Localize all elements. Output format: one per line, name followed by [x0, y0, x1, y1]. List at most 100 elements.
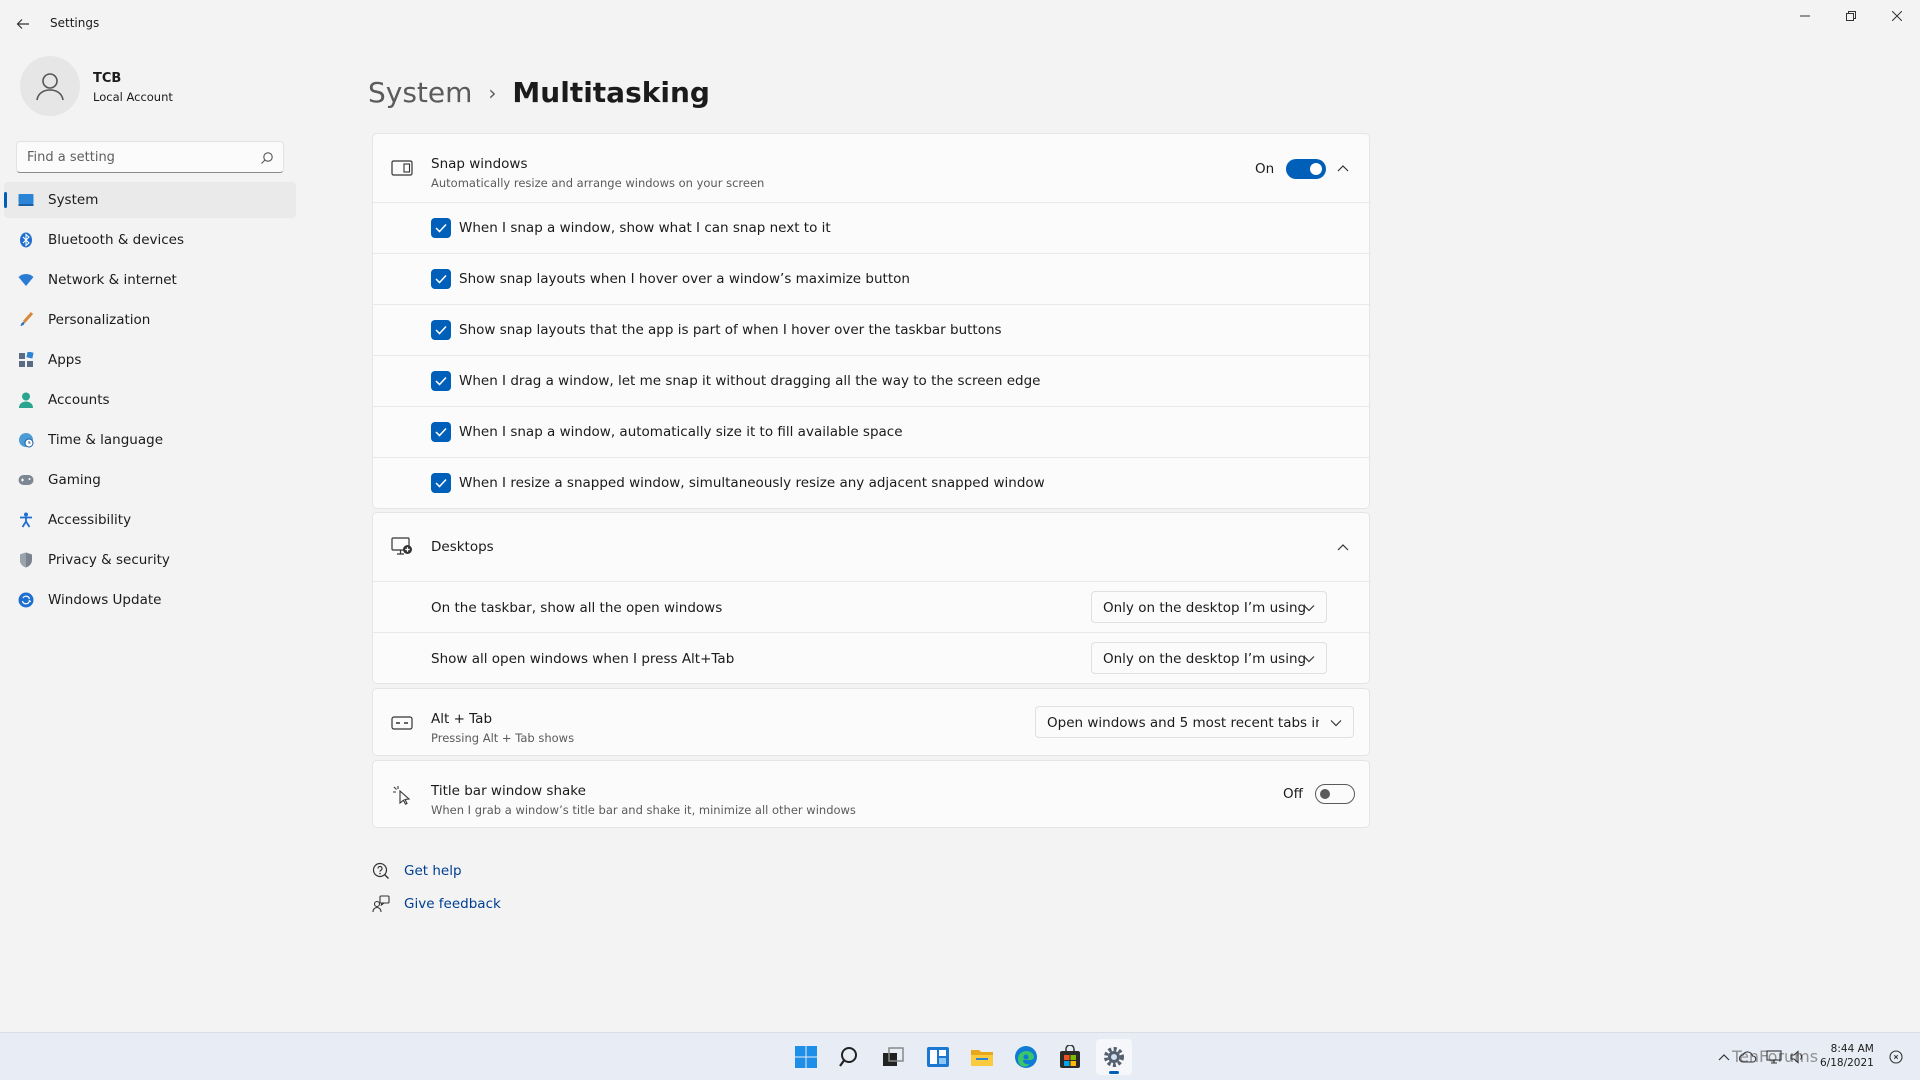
sidebar-item-bluetooth[interactable]: Bluetooth & devices: [4, 222, 296, 258]
gamepad-icon: [18, 472, 34, 488]
breadcrumb-parent[interactable]: System: [368, 76, 472, 109]
file-explorer-icon[interactable]: [964, 1039, 1000, 1075]
wifi-icon: [18, 272, 34, 288]
breadcrumb: System › Multitasking: [368, 76, 710, 109]
user-name: TCB: [93, 71, 122, 86]
chevron-up-icon[interactable]: [1714, 1047, 1734, 1067]
desktops-alttab-row: Show all open windows when I press Alt+T…: [373, 632, 1369, 683]
snap-window-icon: [391, 158, 413, 178]
snap-option-row[interactable]: When I snap a window, show what I can sn…: [373, 202, 1369, 253]
notification-icon[interactable]: [1886, 1047, 1906, 1067]
sidebar-item-system[interactable]: System: [4, 182, 296, 218]
sidebar-item-privacy[interactable]: Privacy & security: [4, 542, 296, 578]
network-icon[interactable]: [1764, 1047, 1784, 1067]
snap-option-row[interactable]: When I snap a window, automatically size…: [373, 406, 1369, 457]
alttab-desktops-dropdown[interactable]: Only on the desktop I’m using: [1091, 642, 1327, 674]
back-arrow-icon[interactable]: [12, 13, 34, 35]
store-icon[interactable]: [1052, 1039, 1088, 1075]
dropdown-value: Only on the desktop I’m using: [1103, 651, 1307, 667]
volume-icon[interactable]: [1788, 1047, 1808, 1067]
search-placeholder: Find a setting: [27, 150, 115, 165]
close-button[interactable]: [1874, 0, 1920, 32]
sidebar-item-label: Privacy & security: [48, 552, 170, 568]
sidebar-item-windows-update[interactable]: Windows Update: [4, 582, 296, 618]
snap-windows-title: Snap windows: [431, 156, 528, 172]
snap-option-row[interactable]: When I drag a window, let me snap it wit…: [373, 355, 1369, 406]
globe-clock-icon: [18, 432, 34, 448]
chevron-down-icon: [1302, 601, 1316, 615]
snap-option-row[interactable]: Show snap layouts when I hover over a wi…: [373, 253, 1369, 304]
get-help-text[interactable]: Get help: [404, 863, 462, 879]
sidebar-item-network[interactable]: Network & internet: [4, 262, 296, 298]
sidebar-item-accessibility[interactable]: Accessibility: [4, 502, 296, 538]
checkbox-checked[interactable]: [431, 473, 451, 493]
sidebar-item-label: Apps: [48, 352, 82, 368]
snap-option-row[interactable]: Show snap layouts that the app is part o…: [373, 304, 1369, 355]
give-feedback-link[interactable]: Give feedback: [372, 895, 501, 913]
sidebar-item-label: Gaming: [48, 472, 101, 488]
get-help-link[interactable]: Get help: [372, 862, 462, 880]
shake-cursor-icon: [391, 785, 413, 805]
accessibility-icon: [18, 512, 34, 528]
start-icon[interactable]: [788, 1039, 824, 1075]
shake-toggle-state: Off: [1283, 786, 1303, 802]
checkbox-checked[interactable]: [431, 269, 451, 289]
system-clock[interactable]: 8:44 AM 6/18/2021: [1820, 1042, 1874, 1070]
minimize-button[interactable]: [1782, 0, 1828, 32]
checkbox-checked[interactable]: [431, 371, 451, 391]
task-view-icon[interactable]: [875, 1039, 911, 1075]
checkbox-checked[interactable]: [431, 218, 451, 238]
checkbox-checked[interactable]: [431, 422, 451, 442]
chevron-up-icon[interactable]: [1335, 539, 1351, 555]
snap-option-label: When I resize a snapped window, simultan…: [459, 475, 1045, 491]
clock-time: 8:44 AM: [1830, 1043, 1874, 1055]
desktops-title: Desktops: [431, 539, 494, 555]
sidebar-item-label: Time & language: [48, 432, 164, 448]
search-input[interactable]: Find a setting: [16, 141, 284, 173]
snap-windows-header[interactable]: Snap windows Automatically resize and ar…: [373, 134, 1369, 202]
taskbar-windows-dropdown[interactable]: Only on the desktop I’m using: [1091, 591, 1327, 623]
snap-windows-toggle[interactable]: [1286, 159, 1326, 179]
dropdown-value: Open windows and 5 most recent tabs in M: [1047, 715, 1319, 731]
sidebar-item-gaming[interactable]: Gaming: [4, 462, 296, 498]
chevron-up-icon[interactable]: [1335, 160, 1351, 176]
desktops-card: Desktops On the taskbar, show all the op…: [372, 512, 1370, 684]
checkbox-checked[interactable]: [431, 320, 451, 340]
avatar: [20, 56, 80, 116]
sidebar-item-label: Windows Update: [48, 592, 162, 608]
title-bar-shake-toggle[interactable]: [1315, 784, 1355, 804]
desktops-taskbar-row: On the taskbar, show all the open window…: [373, 581, 1369, 632]
account-type: Local Account: [93, 90, 173, 104]
sidebar-item-apps[interactable]: Apps: [4, 342, 296, 378]
give-feedback-text[interactable]: Give feedback: [404, 896, 501, 912]
onedrive-icon[interactable]: [1738, 1047, 1758, 1067]
shield-icon: [18, 552, 34, 568]
sidebar-item-personalization[interactable]: Personalization: [4, 302, 296, 338]
restore-button[interactable]: [1828, 0, 1874, 32]
title-bar: Settings: [0, 0, 1920, 48]
snap-option-label: Show snap layouts that the app is part o…: [459, 322, 1002, 338]
widgets-icon[interactable]: [920, 1039, 956, 1075]
snap-option-label: When I drag a window, let me snap it wit…: [459, 373, 1041, 389]
search-icon[interactable]: [832, 1039, 868, 1075]
person-icon: [18, 392, 34, 408]
feedback-icon: [372, 895, 390, 913]
snap-option-row[interactable]: When I resize a snapped window, simultan…: [373, 457, 1369, 508]
chevron-down-icon: [1329, 716, 1343, 730]
snap-option-label: When I snap a window, automatically size…: [459, 424, 903, 440]
title-bar-shake-subtitle: When I grab a window’s title bar and sha…: [431, 803, 856, 817]
sidebar-item-time-language[interactable]: Time & language: [4, 422, 296, 458]
user-profile[interactable]: TCB Local Account: [20, 56, 300, 118]
desktops-header[interactable]: Desktops: [373, 513, 1369, 581]
app-title: Settings: [50, 16, 100, 30]
sidebar-item-label: Personalization: [48, 312, 151, 328]
bluetooth-icon: [18, 232, 34, 248]
snap-option-label: Show snap layouts when I hover over a wi…: [459, 271, 910, 287]
snap-option-label: When I snap a window, show what I can sn…: [459, 220, 831, 236]
sidebar-item-label: Network & internet: [48, 272, 177, 288]
help-icon: [372, 862, 390, 880]
edge-icon[interactable]: [1008, 1039, 1044, 1075]
settings-icon[interactable]: [1096, 1039, 1132, 1075]
sidebar-item-accounts[interactable]: Accounts: [4, 382, 296, 418]
alt-tab-dropdown[interactable]: Open windows and 5 most recent tabs in M: [1035, 706, 1354, 738]
